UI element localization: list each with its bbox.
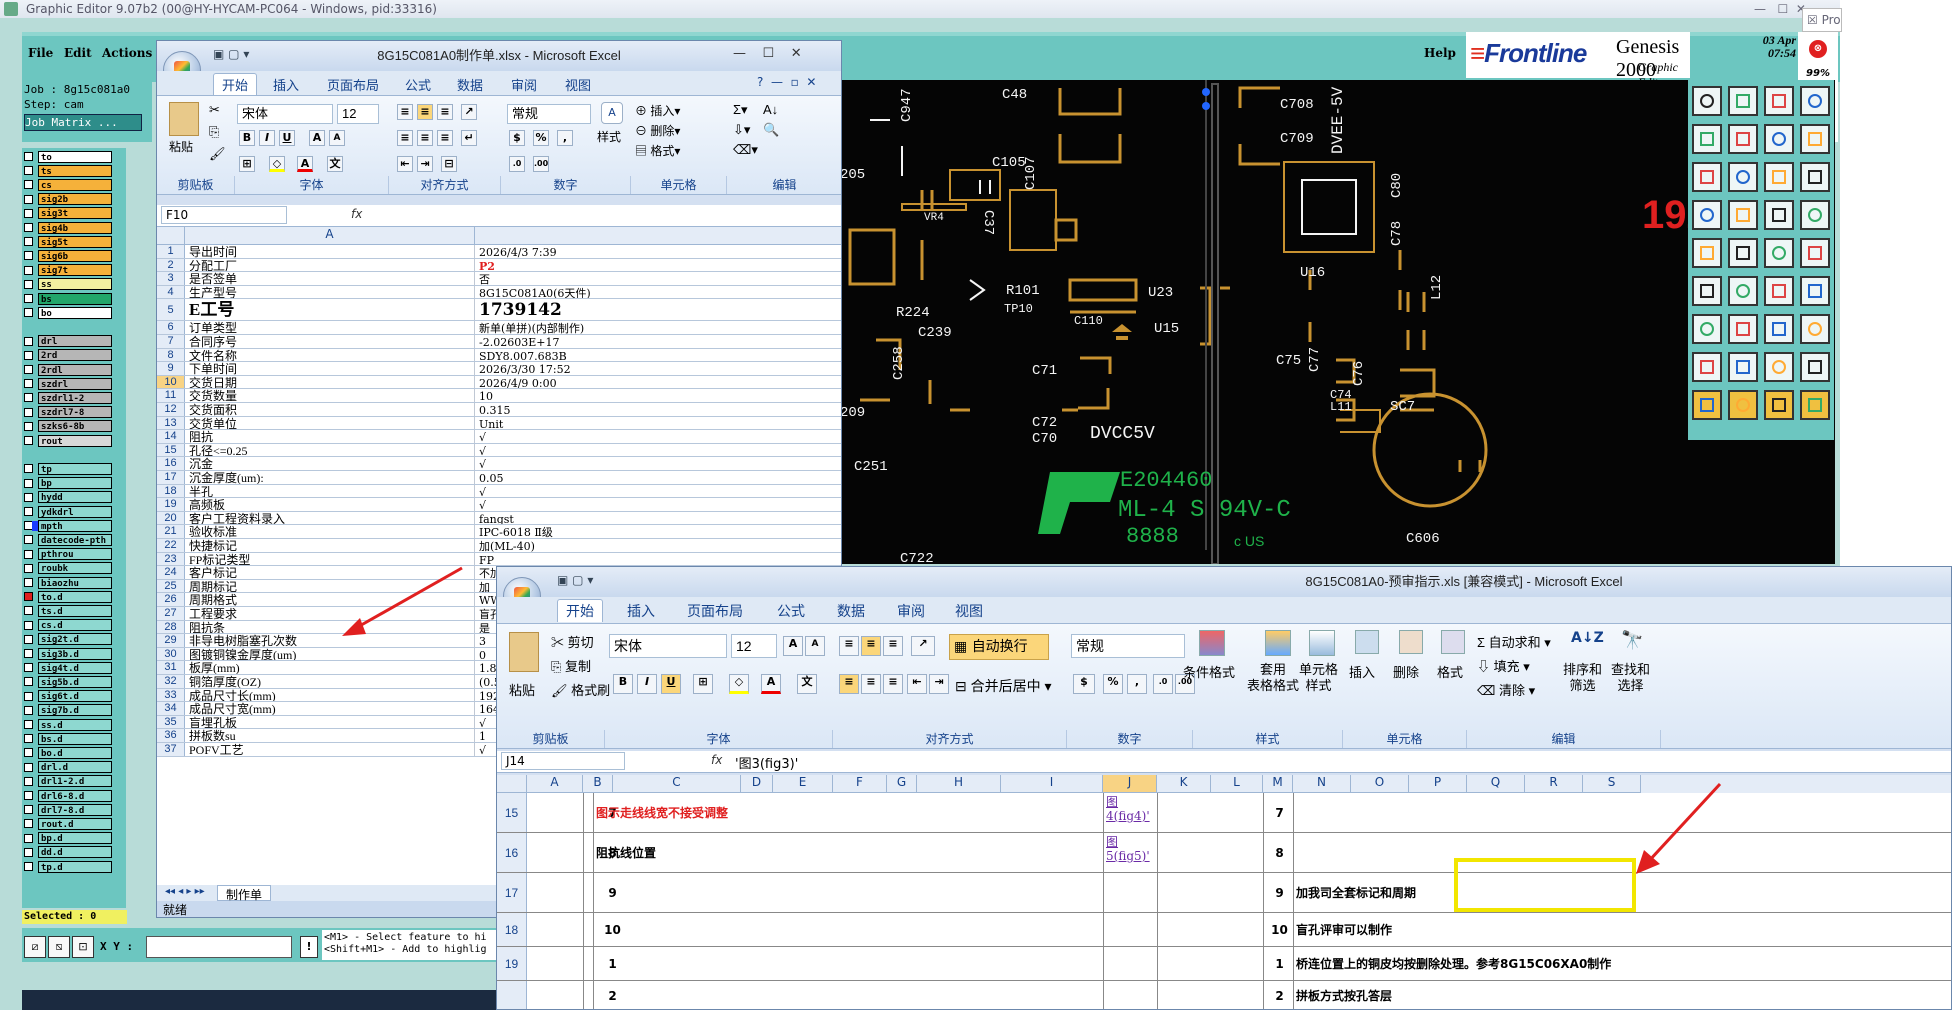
red-arrow-1	[342, 566, 463, 636]
annotation-overlay	[342, 566, 1722, 912]
red-arrow-2	[1636, 782, 1722, 874]
yellow-highlight-box	[1454, 858, 1636, 912]
